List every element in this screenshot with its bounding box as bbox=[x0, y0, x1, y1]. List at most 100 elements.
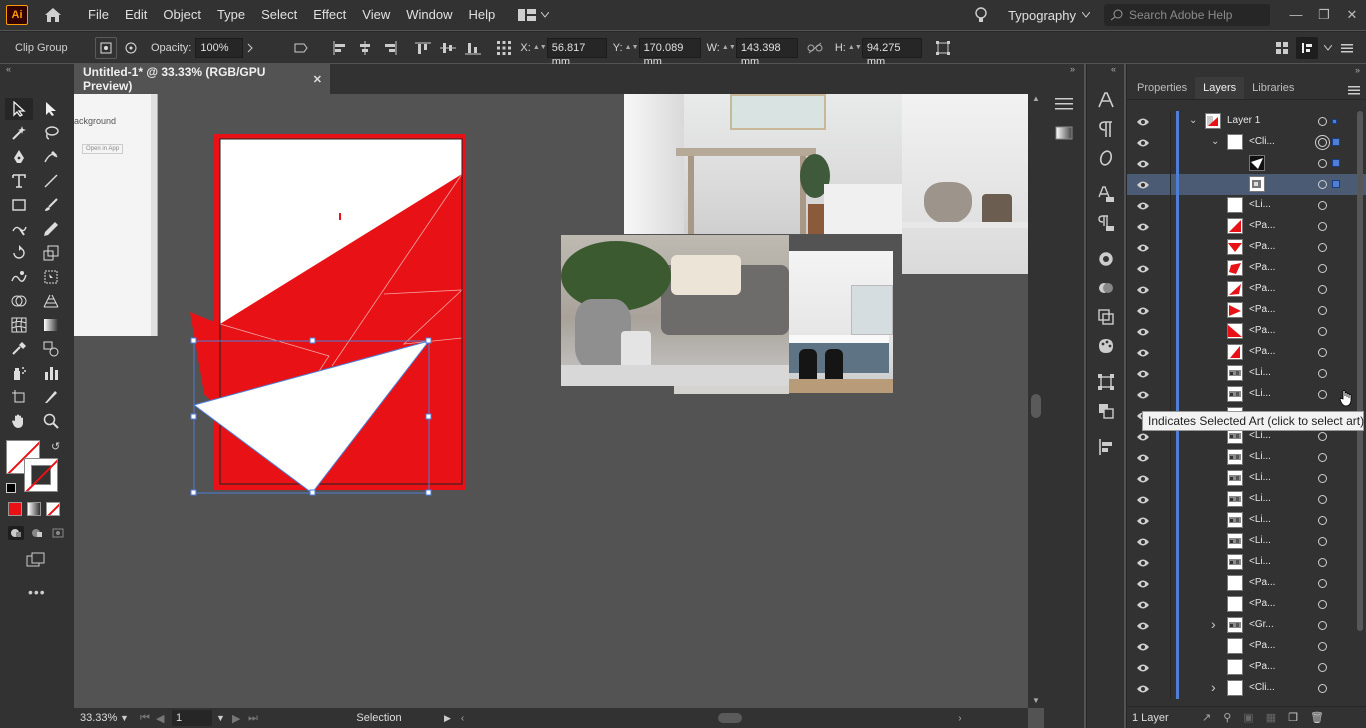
make-clip-mask-icon[interactable]: ▣ bbox=[1243, 711, 1253, 724]
layer-name[interactable]: <Pa... bbox=[1249, 640, 1275, 651]
selected-art-indicator[interactable] bbox=[1332, 138, 1340, 146]
visibility-eye-icon[interactable] bbox=[1136, 368, 1150, 378]
mesh-tool-icon[interactable] bbox=[5, 314, 33, 336]
new-layer-icon[interactable]: ❐ bbox=[1288, 711, 1298, 724]
lock-toggle[interactable] bbox=[1155, 258, 1171, 279]
lock-toggle[interactable] bbox=[1155, 132, 1171, 153]
chevron-down-icon[interactable]: ⌄ bbox=[1211, 136, 1219, 147]
layer-row[interactable]: <Li... bbox=[1127, 468, 1366, 489]
chevron-down-icon[interactable] bbox=[1321, 37, 1335, 59]
align-center-icon[interactable] bbox=[354, 37, 376, 59]
layer-row[interactable]: <Pa... bbox=[1127, 237, 1366, 258]
target-circle-icon[interactable] bbox=[1318, 201, 1327, 210]
paragraph-panel-icon[interactable] bbox=[1094, 117, 1118, 141]
layer-row[interactable]: <Pa... bbox=[1127, 636, 1366, 657]
chevron-down-icon[interactable]: ▼ bbox=[120, 713, 140, 723]
align-left-icon[interactable] bbox=[329, 37, 351, 59]
lock-toggle[interactable] bbox=[1155, 489, 1171, 510]
lightbulb-icon[interactable] bbox=[972, 6, 990, 24]
target-circle-icon[interactable] bbox=[1318, 600, 1327, 609]
target-circle-icon[interactable] bbox=[1318, 432, 1327, 441]
scroll-up-icon[interactable]: ▲ bbox=[1032, 94, 1040, 103]
hscroll-right-icon[interactable]: › bbox=[958, 713, 961, 724]
first-artboard-icon[interactable]: ⏮ bbox=[140, 712, 156, 725]
next-artboard-icon[interactable]: ▶ bbox=[232, 712, 248, 725]
layer-row[interactable]: <Pa... bbox=[1127, 573, 1366, 594]
free-transform-tool-icon[interactable] bbox=[37, 266, 65, 288]
target-circle-icon[interactable] bbox=[1318, 243, 1327, 252]
delete-layer-icon[interactable]: 🗑 bbox=[1310, 711, 1324, 724]
panel-menu-icon[interactable] bbox=[1052, 92, 1076, 116]
horizontal-scroll-thumb[interactable] bbox=[718, 713, 743, 723]
collapse-dock-icon[interactable]: » bbox=[1044, 64, 1084, 78]
close-tab-icon[interactable]: ✕ bbox=[313, 73, 322, 86]
lock-toggle[interactable] bbox=[1155, 321, 1171, 342]
layer-row-top[interactable]: ⌄ Layer 1 bbox=[1127, 111, 1366, 132]
align-right-icon[interactable] bbox=[379, 37, 401, 59]
constrain-proportions-icon[interactable] bbox=[804, 37, 826, 59]
align-middle-icon[interactable] bbox=[437, 37, 459, 59]
selection-tool-icon[interactable] bbox=[5, 98, 33, 120]
gradient-panel-icon[interactable] bbox=[1052, 121, 1076, 145]
layer-name[interactable]: <Li... bbox=[1249, 472, 1271, 483]
align-panel-icon[interactable] bbox=[1094, 399, 1118, 423]
pen-tool-icon[interactable] bbox=[5, 146, 33, 168]
last-artboard-icon[interactable]: ⏭ bbox=[248, 712, 264, 725]
visibility-eye-icon[interactable] bbox=[1136, 179, 1150, 189]
draw-inside-icon[interactable] bbox=[50, 526, 66, 540]
visibility-eye-icon[interactable] bbox=[1136, 662, 1150, 672]
menu-effect[interactable]: Effect bbox=[305, 0, 354, 30]
recolor-artwork-icon[interactable] bbox=[290, 37, 312, 59]
selected-art-indicator[interactable] bbox=[1332, 119, 1337, 124]
status-menu-icon[interactable]: ▶ bbox=[444, 713, 451, 724]
control-menu-icon[interactable] bbox=[1338, 37, 1356, 59]
visibility-eye-icon[interactable] bbox=[1136, 263, 1150, 273]
visibility-eye-icon[interactable] bbox=[1136, 116, 1150, 126]
menu-edit[interactable]: Edit bbox=[117, 0, 155, 30]
layer-name[interactable]: <Li... bbox=[1249, 514, 1271, 525]
target-circle-icon[interactable] bbox=[1318, 285, 1327, 294]
visibility-eye-icon[interactable] bbox=[1136, 389, 1150, 399]
visibility-eye-icon[interactable] bbox=[1136, 326, 1150, 336]
vertical-scrollbar[interactable]: ▲ ▼ bbox=[1028, 94, 1044, 708]
layer-name[interactable]: <Pa... bbox=[1249, 304, 1275, 315]
lock-toggle[interactable] bbox=[1155, 363, 1171, 384]
locate-object-icon[interactable]: ⚲ bbox=[1223, 711, 1231, 724]
collapse-icon-dock-icon[interactable]: « bbox=[1087, 64, 1124, 78]
visibility-eye-icon[interactable] bbox=[1136, 683, 1150, 693]
transform-panel-icon[interactable] bbox=[1094, 370, 1118, 394]
visibility-eye-icon[interactable] bbox=[1136, 578, 1150, 588]
h-input[interactable]: 94.275 mm bbox=[861, 37, 922, 68]
scale-tool-icon[interactable] bbox=[37, 242, 65, 264]
warp-tool-icon[interactable] bbox=[5, 266, 33, 288]
layer-row[interactable]: <Pa... bbox=[1127, 342, 1366, 363]
layer-row[interactable]: <Pa... bbox=[1127, 321, 1366, 342]
character-styles-icon[interactable] bbox=[1094, 182, 1118, 206]
layer-row[interactable]: <Pa... bbox=[1127, 594, 1366, 615]
target-circle-icon[interactable] bbox=[1318, 348, 1327, 357]
chevron-down-icon[interactable]: ⌄ bbox=[1189, 115, 1197, 126]
visibility-eye-icon[interactable] bbox=[1136, 347, 1150, 357]
edit-contents-icon[interactable] bbox=[120, 37, 142, 59]
layer-row[interactable]: <Li... bbox=[1127, 363, 1366, 384]
x-input[interactable]: 56.817 mm bbox=[546, 37, 607, 68]
layer-name[interactable]: <Pa... bbox=[1249, 241, 1275, 252]
reference-point-icon[interactable] bbox=[493, 37, 515, 59]
document-tab[interactable]: Untitled-1* @ 33.33% (RGB/GPU Preview) ✕ bbox=[74, 64, 330, 94]
target-circle-icon[interactable] bbox=[1318, 621, 1327, 630]
panel-options-icon[interactable] bbox=[1348, 84, 1360, 98]
layer-name[interactable]: <Li... bbox=[1249, 199, 1271, 210]
lock-toggle[interactable] bbox=[1155, 636, 1171, 657]
layer-name[interactable]: <Pa... bbox=[1249, 262, 1275, 273]
visibility-eye-icon[interactable] bbox=[1136, 221, 1150, 231]
target-circle-icon[interactable] bbox=[1318, 390, 1327, 399]
zoom-tool-icon[interactable] bbox=[37, 410, 65, 432]
menu-window[interactable]: Window bbox=[398, 0, 460, 30]
color-guide-icon[interactable] bbox=[1094, 334, 1118, 358]
rectangle-tool-icon[interactable] bbox=[5, 194, 33, 216]
layer-name[interactable]: <Li... bbox=[1249, 556, 1271, 567]
prev-artboard-icon[interactable]: ◀ bbox=[156, 712, 172, 725]
lock-toggle[interactable] bbox=[1155, 216, 1171, 237]
layers-scrollbar[interactable] bbox=[1356, 111, 1364, 695]
lock-toggle[interactable] bbox=[1155, 111, 1171, 132]
